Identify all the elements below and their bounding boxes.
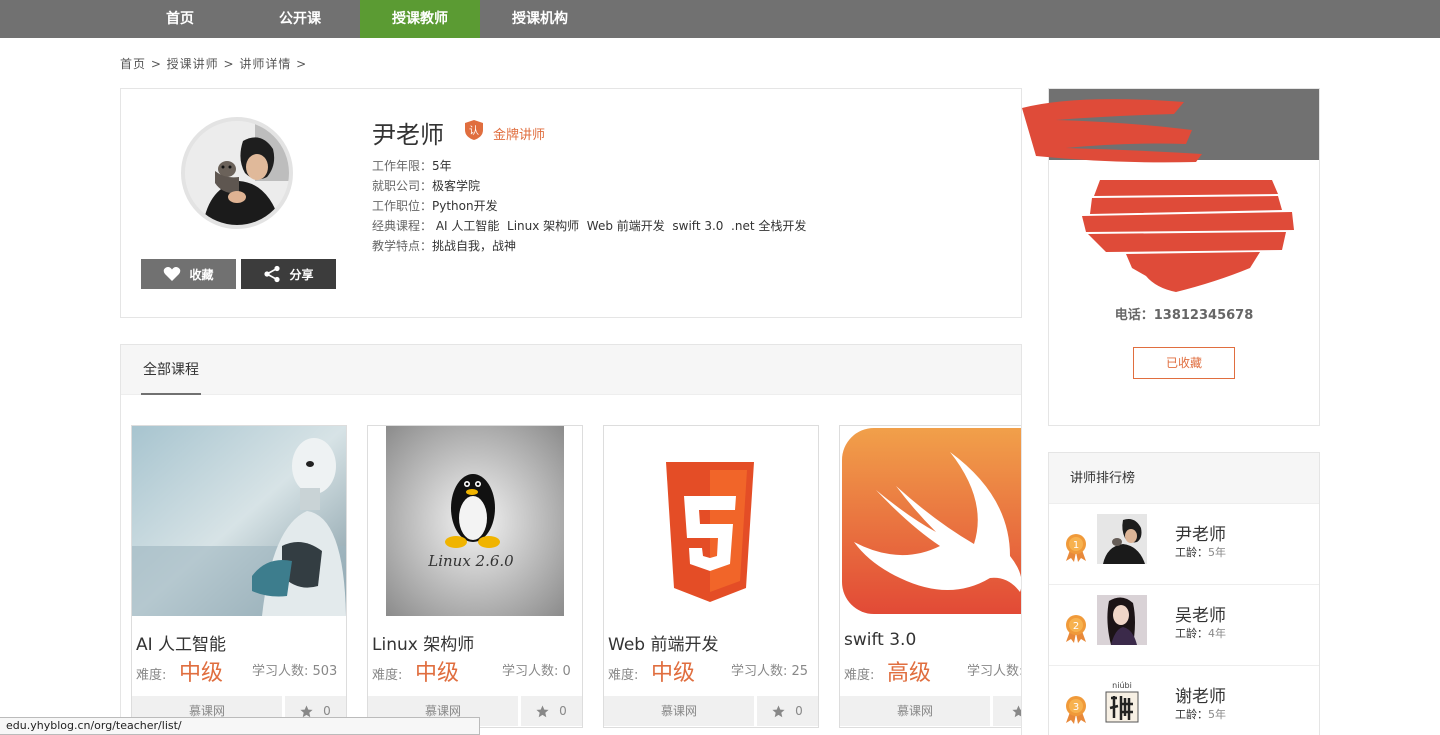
course-footer: 慕课网 bbox=[840, 696, 1021, 726]
ranking-title: 讲师排行榜 bbox=[1049, 453, 1319, 504]
star-icon bbox=[1012, 705, 1021, 717]
course-org[interactable]: 慕课网 bbox=[840, 696, 990, 726]
svg-text:Linux 2.6.0: Linux 2.6.0 bbox=[427, 552, 514, 570]
course-footer: 慕课网 0 bbox=[604, 696, 818, 726]
share-label: 分享 bbox=[289, 267, 314, 282]
star-icon bbox=[536, 705, 549, 717]
course-title: Linux 架构师 bbox=[372, 635, 475, 655]
organization-phone: 电话：13812345678 bbox=[1114, 308, 1254, 323]
course-panel: 全部课程 AI 人工智能 难度: 中级 学习人数: 503 慕课网 0 Linu… bbox=[120, 344, 1022, 735]
nav-organizations[interactable]: 授课机构 bbox=[480, 0, 600, 38]
difficulty-label: 难度: bbox=[608, 668, 639, 683]
ranking-name: 尹老师 bbox=[1175, 525, 1226, 545]
breadcrumb[interactable]: 首页 > 授课讲师 > 讲师详情 > bbox=[120, 55, 307, 72]
teacher-badge-label: 金牌讲师 bbox=[493, 128, 546, 143]
course-favorite[interactable]: 0 bbox=[521, 696, 582, 726]
difficulty-value: 高级 bbox=[887, 661, 932, 686]
course-title: AI 人工智能 bbox=[136, 635, 227, 655]
top-nav: 首页 公开课 授课教师 授课机构 bbox=[0, 0, 1440, 38]
browser-status-url: edu.yhyblog.cn/org/teacher/list/ bbox=[0, 717, 480, 735]
students-count: 学习人数: 25 bbox=[731, 664, 809, 679]
teacher-profile-card: 收藏 分享 尹老师 认 金牌讲师 工作年限：5年 就职公司：极客学院 工作职位：… bbox=[120, 88, 1022, 318]
svg-text:2: 2 bbox=[1073, 621, 1079, 632]
course-card[interactable]: Web 前端开发 难度: 中级 学习人数: 25 慕课网 0 bbox=[603, 425, 819, 728]
ranking-name: 吴老师 bbox=[1175, 606, 1226, 626]
ranking-item[interactable]: 2 吴老师 工龄：4年 bbox=[1049, 584, 1319, 665]
teacher-info: 工作年限：5年 就职公司：极客学院 工作职位：Python开发 经典课程： AI… bbox=[372, 156, 806, 256]
course-card[interactable]: swift 3.0 难度: 高级 学习人数: 慕课网 bbox=[839, 425, 1022, 728]
info-company: 就职公司：极客学院 bbox=[372, 179, 481, 193]
course-panel-header: 全部课程 bbox=[121, 345, 1021, 395]
course-favorite[interactable] bbox=[993, 696, 1021, 726]
students-count: 学习人数: bbox=[967, 664, 1022, 679]
ranking-work-age: 工龄：5年 bbox=[1175, 546, 1226, 559]
course-card[interactable]: AI 人工智能 难度: 中级 学习人数: 503 慕课网 0 bbox=[131, 425, 347, 728]
course-thumbnail-linux: Linux 2.6.0 bbox=[368, 426, 582, 616]
students-count: 学习人数: 503 bbox=[252, 664, 338, 679]
course-title: swift 3.0 bbox=[844, 630, 917, 650]
ranking-work-age: 工龄：4年 bbox=[1175, 627, 1226, 640]
medal-icon: 3 bbox=[1066, 696, 1086, 724]
collected-button[interactable]: 已收藏 bbox=[1133, 347, 1235, 379]
nav-open-courses[interactable]: 公开课 bbox=[240, 0, 360, 38]
nav-teachers[interactable]: 授课教师 bbox=[360, 0, 480, 38]
ranking-avatar bbox=[1097, 514, 1147, 564]
heart-icon bbox=[164, 267, 181, 281]
share-button[interactable]: 分享 bbox=[241, 259, 336, 289]
teacher-name: 尹老师 bbox=[372, 121, 444, 149]
difficulty-value: 中级 bbox=[415, 661, 460, 686]
certified-badge-icon: 认 bbox=[465, 120, 483, 140]
info-classic-courses: 经典课程： AI 人工智能 Linux 架构师 Web 前端开发 swift 3… bbox=[372, 219, 807, 233]
ranking-avatar bbox=[1097, 595, 1147, 645]
difficulty-label: 难度: bbox=[136, 668, 167, 683]
info-work-years: 工作年限：5年 bbox=[372, 159, 452, 173]
ranking-avatar: niúbi bbox=[1097, 676, 1147, 726]
ranking-item[interactable]: 1 尹老师 工龄：5年 bbox=[1049, 503, 1319, 584]
redaction-scribble bbox=[1022, 99, 1294, 292]
share-icon bbox=[264, 265, 281, 283]
svg-text:认: 认 bbox=[469, 124, 479, 137]
star-icon bbox=[772, 705, 785, 717]
course-org[interactable]: 慕课网 bbox=[604, 696, 754, 726]
tab-all-courses[interactable]: 全部课程 bbox=[141, 345, 201, 395]
ranking-item[interactable]: 3 niúbi 谢老师 工龄：5年 bbox=[1049, 665, 1319, 735]
students-count: 学习人数: 0 bbox=[502, 664, 571, 679]
ranking-name: 谢老师 bbox=[1175, 687, 1226, 707]
course-thumbnail-html5 bbox=[604, 426, 818, 616]
medal-icon: 1 bbox=[1066, 534, 1086, 562]
difficulty-value: 中级 bbox=[651, 661, 696, 686]
star-icon bbox=[300, 705, 313, 717]
difficulty-label: 难度: bbox=[372, 668, 403, 683]
teacher-avatar bbox=[181, 117, 293, 229]
course-thumbnail-robot bbox=[132, 426, 346, 616]
course-title: Web 前端开发 bbox=[608, 635, 719, 655]
course-favorite[interactable]: 0 bbox=[757, 696, 818, 726]
info-teaching-style: 教学特点：挑战自我，战神 bbox=[372, 239, 517, 253]
svg-text:1: 1 bbox=[1073, 540, 1079, 551]
ranking-work-age: 工龄：5年 bbox=[1175, 708, 1226, 721]
svg-text:niúbi: niúbi bbox=[1112, 681, 1132, 690]
course-thumbnail-swift bbox=[840, 426, 1021, 616]
favorite-button[interactable]: 收藏 bbox=[141, 259, 236, 289]
difficulty-value: 中级 bbox=[179, 661, 224, 686]
info-position: 工作职位：Python开发 bbox=[372, 199, 498, 213]
teacher-ranking-card: 讲师排行榜 1 尹老师 工龄：5年 2 吴老师 工龄：4年 3 niúbi 谢老… bbox=[1048, 452, 1320, 735]
nav-home[interactable]: 首页 bbox=[120, 0, 240, 38]
difficulty-label: 难度: bbox=[844, 668, 875, 683]
medal-icon: 2 bbox=[1066, 615, 1086, 643]
svg-text:3: 3 bbox=[1073, 702, 1079, 713]
course-card[interactable]: Linux 2.6.0 Linux 架构师 难度: 中级 学习人数: 0 慕课网… bbox=[367, 425, 583, 728]
favorite-label: 收藏 bbox=[189, 267, 214, 282]
